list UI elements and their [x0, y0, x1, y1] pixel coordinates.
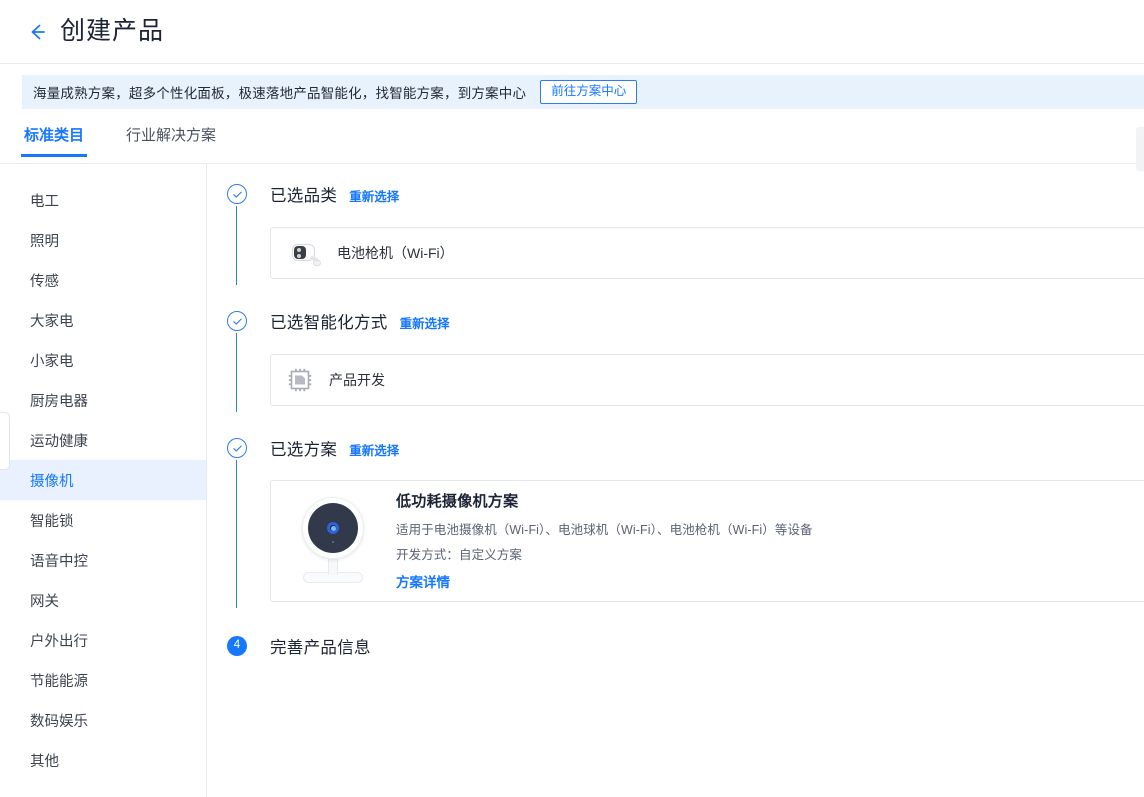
go-to-solution-center-button[interactable]: 前往方案中心 — [540, 80, 638, 104]
step-number-badge: 4 — [227, 636, 247, 656]
selected-mode-label: 产品开发 — [329, 372, 385, 388]
scheme-dev-mode: 开发方式：自定义方案 — [396, 548, 523, 562]
round-camera-icon — [291, 493, 377, 589]
reselect-scheme-link[interactable]: 重新选择 — [349, 440, 399, 459]
sidebar-item-chufangdianqi[interactable]: 厨房电器 — [0, 380, 206, 420]
scheme-description: 适用于电池摄像机（Wi-Fi）、电池球机（Wi-Fi）、电池枪机（Wi-Fi）等… — [396, 523, 813, 537]
reselect-mode-link[interactable]: 重新选择 — [400, 313, 450, 332]
sidebar-item-xiaojiadian[interactable]: 小家电 — [0, 340, 206, 380]
page-header: 创建产品 — [0, 0, 1144, 64]
sidebar-item-qita[interactable]: 其他 — [0, 740, 206, 780]
step-title-product-info: 完善产品信息 — [270, 639, 371, 657]
sidebar-item-diangong[interactable]: 电工 — [0, 180, 206, 220]
step-selected-mode: 已选智能化方式 重新选择 产品开发 — [207, 309, 1144, 412]
tab-standard-category[interactable]: 标准类目 — [20, 124, 88, 157]
step-header-scheme: 已选方案 重新选择 — [270, 436, 1144, 459]
selected-category-card[interactable]: 电池枪机（Wi-Fi） — [270, 227, 1144, 279]
sidebar-item-shexiangji[interactable]: 摄像机 — [0, 460, 206, 500]
bullet-camera-icon — [287, 238, 321, 268]
step-marker-mode — [227, 311, 247, 331]
sidebar-item-zhaoming[interactable]: 照明 — [0, 220, 206, 260]
chip-icon — [287, 367, 313, 393]
sidebar-item-yuyinzhongkong[interactable]: 语音中控 — [0, 540, 206, 580]
back-arrow-icon[interactable] — [24, 19, 50, 45]
create-product-page: 创建产品 海量成熟方案，超多个性化面板，极速落地产品智能化，找智能方案，到方案中… — [0, 0, 1144, 797]
scheme-detail-link[interactable]: 方案详情 — [396, 571, 450, 591]
sidebar-item-zhinengsuo[interactable]: 智能锁 — [0, 500, 206, 540]
promo-banner-wrap: 海量成熟方案，超多个性化面板，极速落地产品智能化，找智能方案，到方案中心 前往方… — [0, 64, 1144, 109]
selected-mode-card[interactable]: 产品开发 — [270, 354, 1144, 406]
steps-container: 已选品类 重新选择 电池枪机（Wi-Fi） 已选智能化方式 重新选择 产品开发 … — [207, 164, 1144, 657]
sidebar-item-shumayule[interactable]: 数码娱乐 — [0, 700, 206, 740]
step-connector-line — [236, 460, 237, 608]
sidebar-item-dajiadian[interactable]: 大家电 — [0, 300, 206, 340]
scheme-info: 低功耗摄像机方案 适用于电池摄像机（Wi-Fi）、电池球机（Wi-Fi）、电池枪… — [396, 490, 813, 592]
step-selected-scheme: 已选方案 重新选择 低功耗摄像机方案 适用于电池摄像机（Wi-Fi）、电池球机（… — [207, 436, 1144, 608]
check-circle-icon — [227, 311, 247, 331]
tab-industry-solution[interactable]: 行业解决方案 — [124, 124, 218, 156]
promo-banner: 海量成熟方案，超多个性化面板，极速落地产品智能化，找智能方案，到方案中心 前往方… — [22, 75, 1144, 109]
step-marker-scheme — [227, 438, 247, 458]
category-sidebar: 电工 照明 传感 大家电 小家电 厨房电器 运动健康 摄像机 智能锁 语音中控 … — [0, 164, 207, 797]
check-circle-icon — [227, 438, 247, 458]
step-title-category: 已选品类 — [270, 187, 338, 205]
floating-edge-widget[interactable] — [0, 412, 10, 470]
page-title: 创建产品 — [60, 17, 165, 45]
category-tabbar: 标准类目 行业解决方案 — [0, 124, 1144, 171]
sidebar-item-huwaichuxing[interactable]: 户外出行 — [0, 620, 206, 660]
check-circle-icon — [227, 184, 247, 204]
step-product-info: 4 完善产品信息 — [207, 634, 1144, 657]
step-title-mode: 已选智能化方式 — [270, 314, 388, 332]
step-marker-category — [227, 184, 247, 204]
promo-banner-text: 海量成熟方案，超多个性化面板，极速落地产品智能化，找智能方案，到方案中心 — [33, 86, 527, 101]
main-content: 已选品类 重新选择 电池枪机（Wi-Fi） 已选智能化方式 重新选择 产品开发 … — [207, 164, 1144, 797]
selected-category-label: 电池枪机（Wi-Fi） — [337, 245, 454, 261]
step-header-product-info: 完善产品信息 — [270, 634, 1144, 657]
reselect-category-link[interactable]: 重新选择 — [349, 186, 399, 205]
step-marker-product-info: 4 — [227, 636, 247, 656]
step-selected-category: 已选品类 重新选择 电池枪机（Wi-Fi） — [207, 182, 1144, 285]
sidebar-item-yundongjiankang[interactable]: 运动健康 — [0, 420, 206, 460]
page-body: 电工 照明 传感 大家电 小家电 厨房电器 运动健康 摄像机 智能锁 语音中控 … — [0, 164, 1144, 797]
step-header-category: 已选品类 重新选择 — [270, 182, 1144, 205]
selected-scheme-card[interactable]: 低功耗摄像机方案 适用于电池摄像机（Wi-Fi）、电池球机（Wi-Fi）、电池枪… — [270, 480, 1144, 602]
sidebar-item-jienengnengyuan[interactable]: 节能能源 — [0, 660, 206, 700]
sidebar-item-chuangan[interactable]: 传感 — [0, 260, 206, 300]
step-connector-line — [236, 333, 237, 412]
sidebar-item-wangguan[interactable]: 网关 — [0, 580, 206, 620]
step-connector-line — [236, 206, 237, 285]
scheme-name: 低功耗摄像机方案 — [396, 493, 519, 510]
step-header-mode: 已选智能化方式 重新选择 — [270, 309, 1144, 332]
step-title-scheme: 已选方案 — [270, 441, 338, 459]
